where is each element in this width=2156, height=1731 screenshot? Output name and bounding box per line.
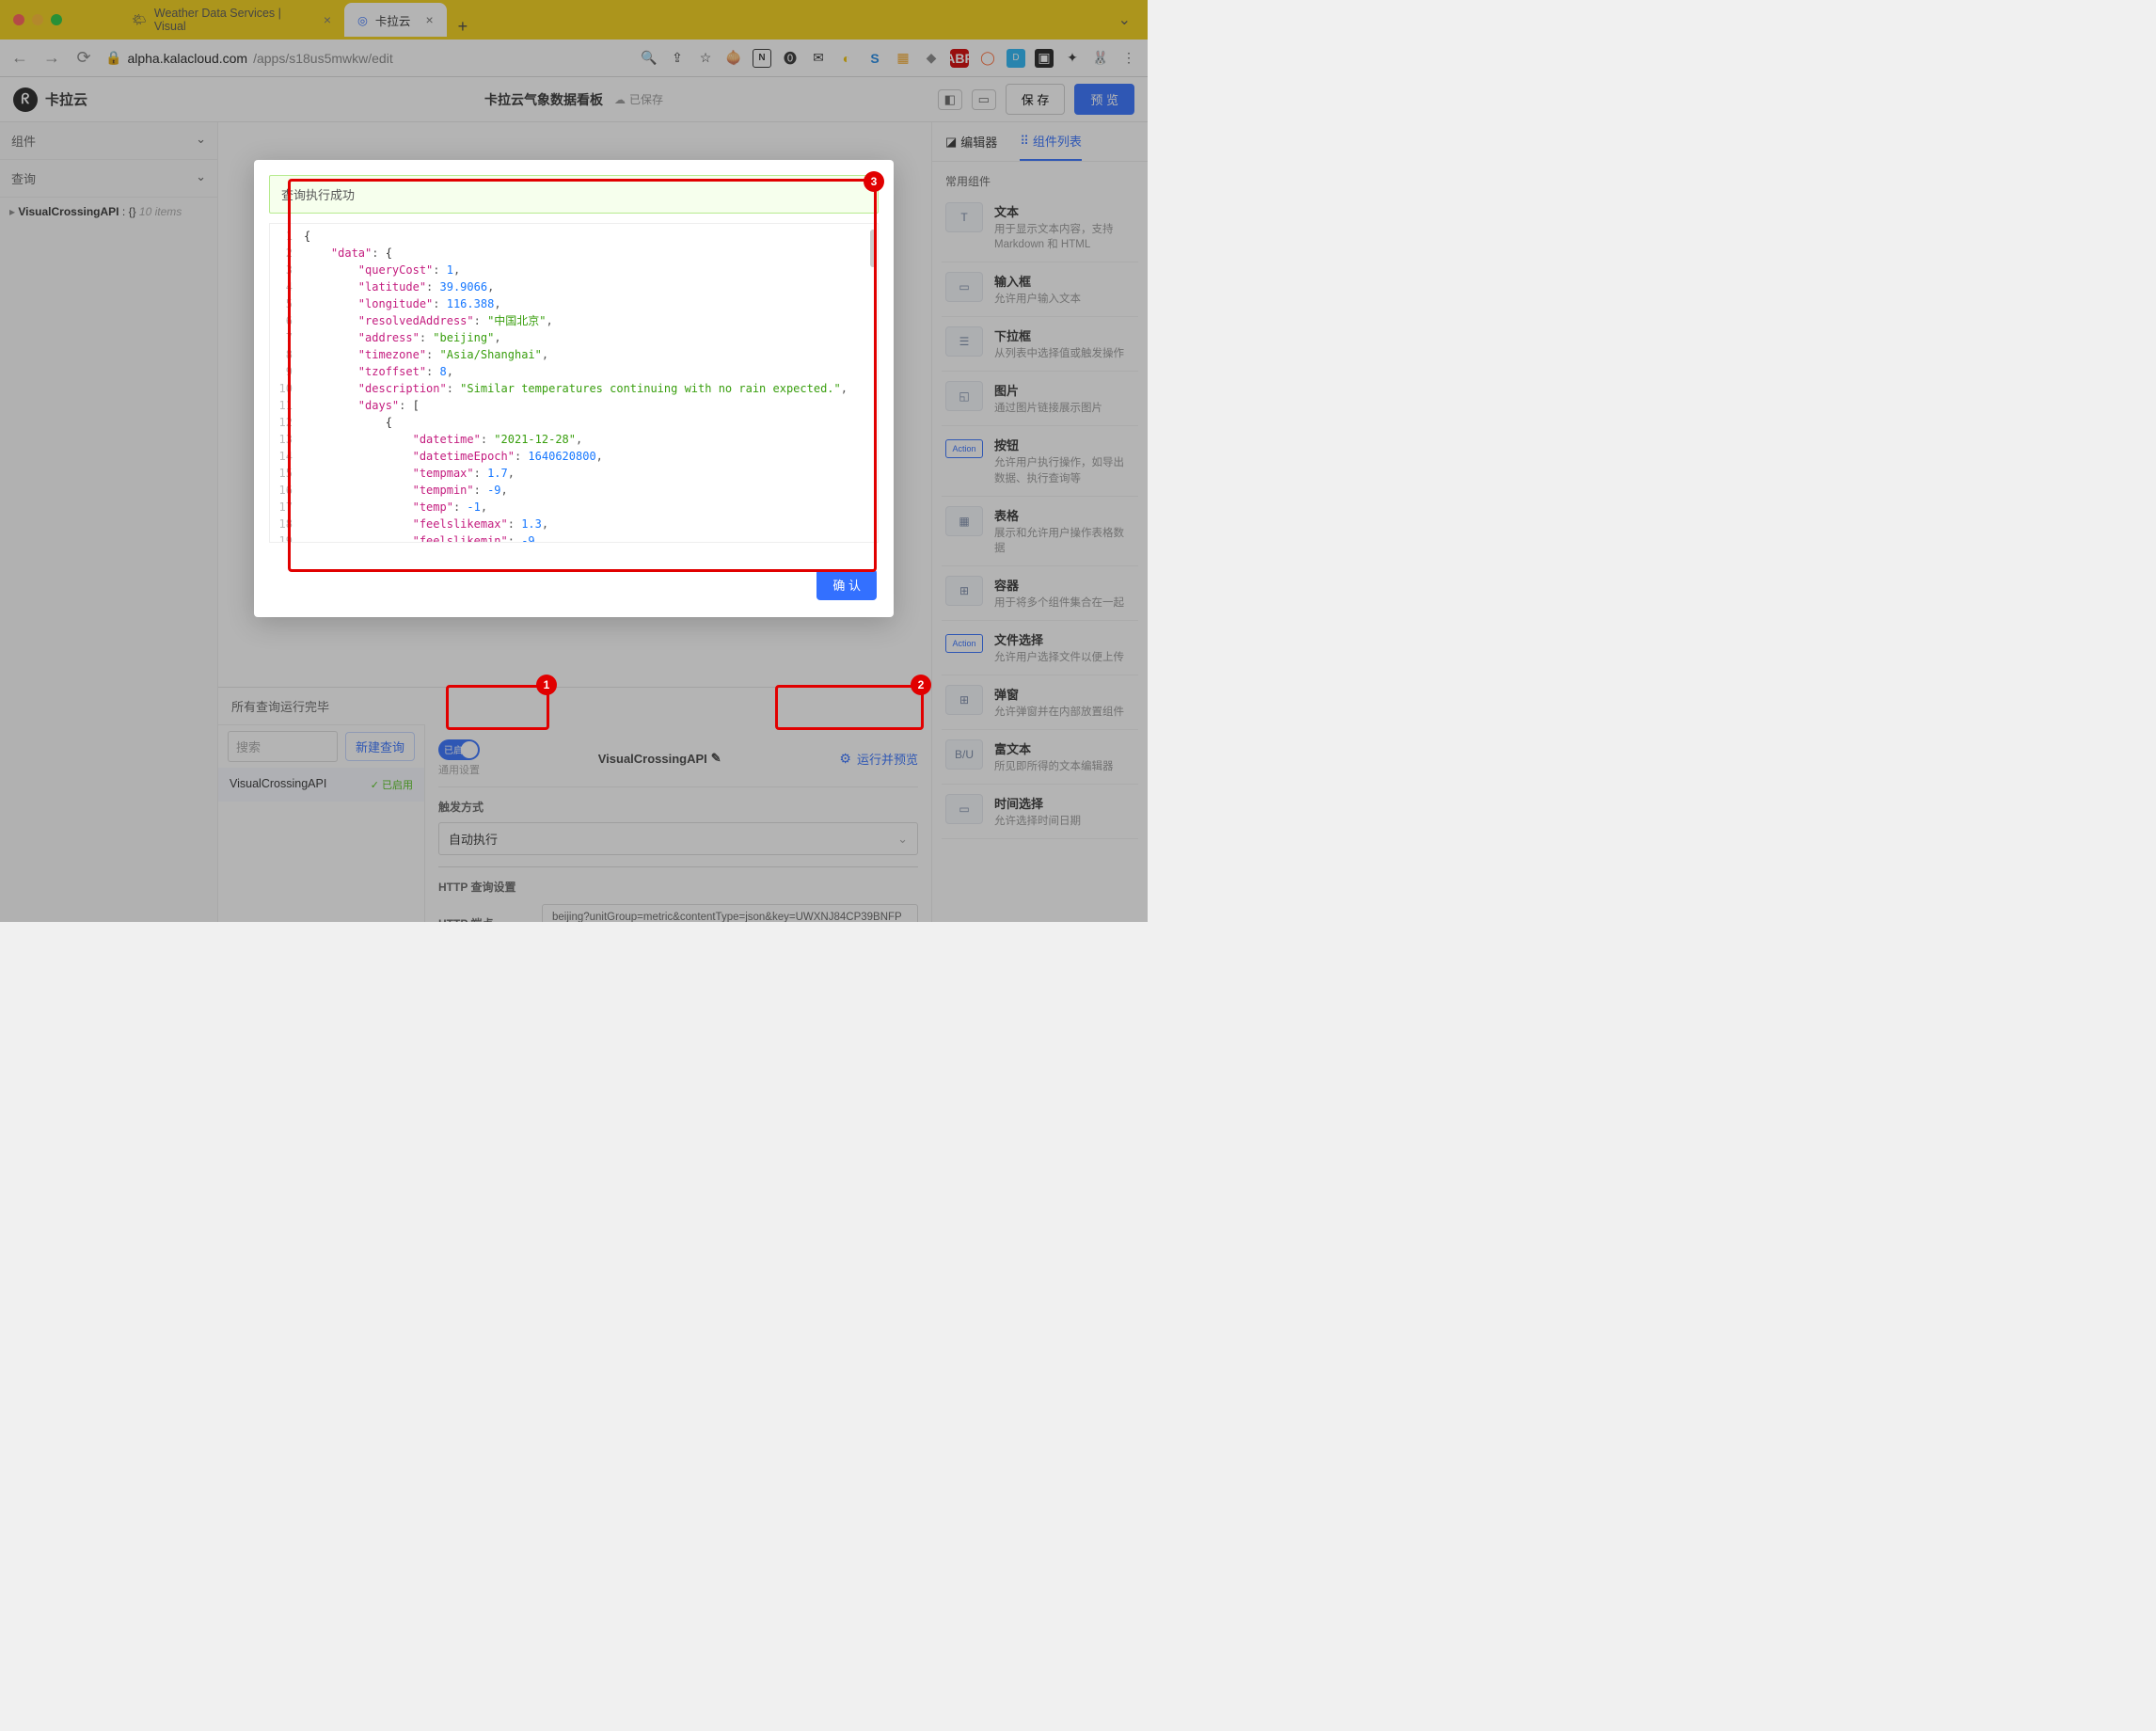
annotation-3: 3 [288, 179, 877, 572]
confirm-button[interactable]: 确 认 [816, 569, 877, 600]
annotation-2: 2 [775, 685, 924, 730]
annotation-1: 1 [446, 685, 549, 730]
